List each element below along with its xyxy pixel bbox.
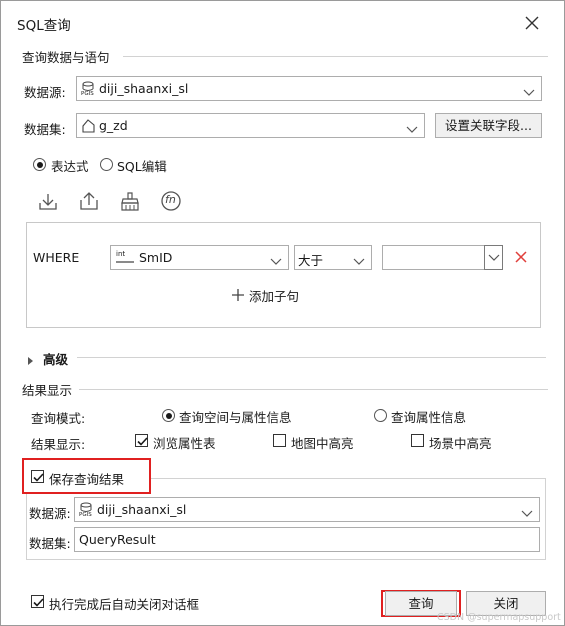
chevron-down-icon[interactable] [523, 85, 535, 96]
result-group-label: 结果显示 [22, 383, 73, 398]
save-results-checkbox[interactable] [31, 470, 44, 483]
attribute-only-radio[interactable] [374, 409, 387, 422]
caret-right-icon[interactable] [27, 353, 35, 365]
browse-attribute-table-checkbox[interactable] [135, 434, 148, 447]
add-clause-label[interactable]: 添加子句 [249, 286, 299, 305]
save-datasource-label: 数据源: [29, 506, 71, 521]
where-keyword: WHERE [33, 250, 80, 265]
field-combo[interactable]: int SmID [110, 245, 289, 270]
save-dataset-value[interactable]: QueryResult [79, 532, 156, 547]
group-divider [123, 56, 548, 57]
query-mode-label: 查询模式: [31, 411, 86, 426]
sql-edit-radio-label[interactable]: SQL编辑 [117, 156, 167, 175]
auto-close-checkbox[interactable] [31, 595, 44, 608]
chevron-down-icon[interactable] [406, 122, 418, 133]
sql-query-dialog: SQL查询 查询数据与语句 数据源: PGIS diji_shaanxi_sl … [0, 0, 565, 626]
title-bar: SQL查询 [1, 1, 564, 41]
integer-field-icon: int [116, 250, 134, 266]
operator-value: 大于 [298, 253, 324, 268]
chevron-down-icon[interactable] [353, 254, 365, 265]
expression-radio[interactable] [33, 158, 46, 171]
region-dataset-icon [81, 118, 97, 134]
export-icon[interactable] [78, 190, 100, 212]
auto-close-label[interactable]: 执行完成后自动关闭对话框 [49, 594, 199, 613]
field-type-badge: int [116, 250, 126, 258]
save-datasource-combo[interactable]: PGIS diji_shaanxi_sl [74, 497, 540, 522]
clear-icon[interactable] [119, 191, 141, 213]
operator-combo[interactable]: 大于 [294, 245, 372, 270]
scene-highlight-label[interactable]: 场景中高亮 [429, 433, 492, 452]
datasource-combo[interactable]: PGIS diji_shaanxi_sl [76, 76, 542, 101]
function-icon[interactable]: fn [160, 190, 182, 212]
expression-radio-label[interactable]: 表达式 [51, 156, 89, 175]
map-highlight-checkbox[interactable] [273, 434, 286, 447]
advanced-label[interactable]: 高级 [43, 349, 68, 368]
datasource-label: 数据源: [24, 85, 66, 100]
datasource-value: diji_shaanxi_sl [99, 81, 189, 96]
dataset-label: 数据集: [24, 122, 66, 137]
group-divider [79, 389, 548, 390]
dataset-combo[interactable]: g_zd [76, 113, 425, 138]
dialog-title: SQL查询 [17, 18, 71, 34]
save-dataset-label: 数据集: [29, 536, 71, 551]
spatial-attribute-radio[interactable] [162, 409, 175, 422]
datasource-icon-text: PGIS [81, 91, 94, 97]
advanced-divider [77, 357, 546, 358]
value-dropdown-button[interactable] [484, 245, 503, 270]
watermark: CSDN @supermapsupport [437, 612, 561, 623]
plus-icon[interactable] [231, 288, 245, 302]
browse-attribute-table-label[interactable]: 浏览属性表 [153, 433, 216, 452]
datasource-icon-text: PGIS [79, 512, 92, 518]
dataset-value: g_zd [99, 118, 128, 133]
scene-highlight-checkbox[interactable] [411, 434, 424, 447]
value-combo[interactable] [382, 245, 503, 270]
field-value: SmID [139, 250, 173, 265]
datasource-icon: PGIS [81, 80, 97, 98]
save-dataset-input[interactable]: QueryResult [74, 527, 540, 552]
set-related-fields-button[interactable]: 设置关联字段... [435, 113, 542, 138]
chevron-down-icon[interactable] [270, 254, 282, 265]
result-display-label: 结果显示: [31, 437, 86, 452]
close-icon[interactable] [521, 12, 543, 34]
delete-clause-icon[interactable] [514, 250, 528, 264]
save-datasource-value: diji_shaanxi_sl [97, 502, 187, 517]
where-clause-panel [26, 222, 541, 328]
sql-edit-radio[interactable] [100, 158, 113, 171]
import-icon[interactable] [37, 191, 59, 213]
save-results-label[interactable]: 保存查询结果 [49, 469, 124, 488]
spatial-attribute-radio-label[interactable]: 查询空间与属性信息 [179, 407, 292, 426]
datasource-icon: PGIS [79, 501, 95, 519]
attribute-only-radio-label[interactable]: 查询属性信息 [391, 407, 466, 426]
map-highlight-label[interactable]: 地图中高亮 [291, 433, 354, 452]
query-group-label: 查询数据与语句 [22, 50, 110, 65]
function-glyph: fn [165, 193, 176, 206]
chevron-down-icon[interactable] [521, 506, 533, 517]
